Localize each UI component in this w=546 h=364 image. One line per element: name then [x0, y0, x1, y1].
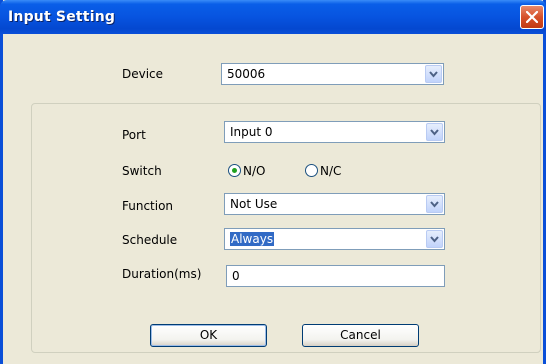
radio-selected-dot — [232, 168, 237, 173]
radio-nc-label[interactable]: N/C — [320, 164, 341, 178]
chevron-down-icon — [429, 71, 438, 78]
schedule-dropdown-button[interactable] — [426, 230, 443, 248]
device-dropdown-button[interactable] — [425, 65, 442, 83]
device-label: Device — [122, 67, 164, 81]
function-value: Not Use — [230, 197, 278, 211]
title-bar[interactable]: Input Setting — [0, 0, 546, 34]
function-dropdown-button[interactable] — [426, 195, 443, 213]
function-label: Function — [122, 199, 174, 213]
close-icon — [526, 11, 538, 23]
schedule-label: Schedule — [122, 233, 178, 247]
function-select[interactable]: Not Use — [224, 193, 445, 215]
port-value: Input 0 — [230, 125, 273, 139]
port-select[interactable]: Input 0 — [224, 121, 445, 143]
schedule-select[interactable]: Always — [224, 228, 445, 250]
radio-nc[interactable] — [305, 164, 318, 177]
device-select[interactable]: 50006 — [221, 63, 444, 85]
radio-no-label[interactable]: N/O — [243, 164, 265, 178]
port-label: Port — [122, 128, 146, 142]
duration-input[interactable]: 0 — [226, 265, 445, 287]
port-dropdown-button[interactable] — [426, 123, 443, 141]
schedule-value: Always — [230, 232, 275, 246]
radio-no[interactable] — [228, 164, 241, 177]
chevron-down-icon — [430, 201, 439, 208]
cancel-button[interactable]: Cancel — [302, 324, 419, 347]
switch-label: Switch — [122, 164, 162, 178]
chevron-down-icon — [430, 236, 439, 243]
ok-button[interactable]: OK — [150, 324, 267, 347]
dialog-title: Input Setting — [8, 9, 116, 25]
close-button[interactable] — [520, 5, 544, 29]
input-setting-dialog: Input Setting Device 50006 Port Input 0 … — [0, 0, 546, 364]
device-value: 50006 — [227, 67, 266, 81]
duration-value: 0 — [232, 269, 240, 283]
duration-label: Duration(ms) — [122, 267, 202, 281]
chevron-down-icon — [430, 129, 439, 136]
